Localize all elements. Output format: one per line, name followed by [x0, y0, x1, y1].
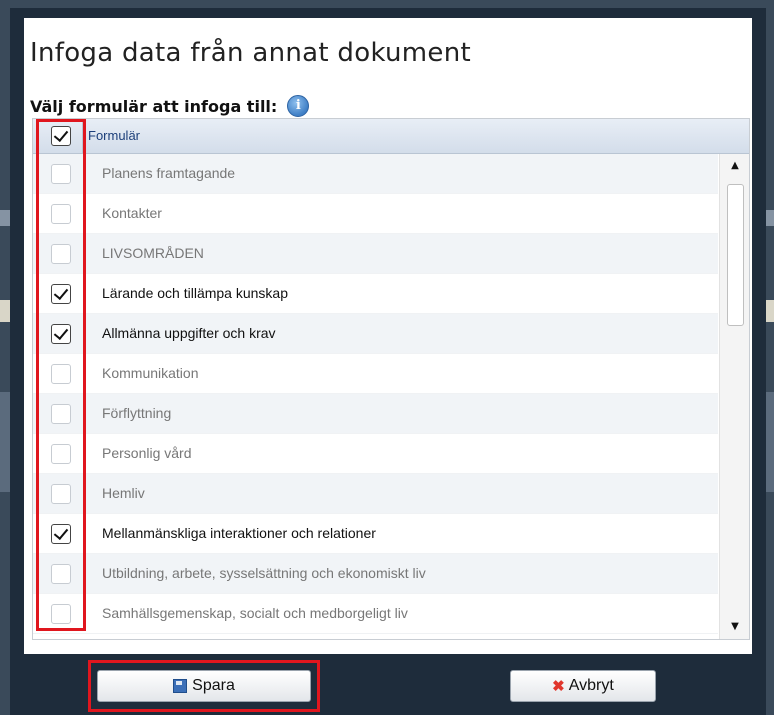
list-item-label: Hemliv: [102, 485, 145, 501]
list-item-label: Personlig vård: [102, 445, 192, 461]
dialog-title: Infoga data från annat dokument: [30, 38, 471, 68]
form-list-header: Formulär: [33, 119, 749, 154]
list-item[interactable]: Allmänna uppgifter och krav: [33, 314, 718, 354]
save-button-label: Spara: [192, 677, 235, 694]
cancel-button-label: Avbryt: [568, 677, 614, 694]
scrollbar-thumb[interactable]: [727, 184, 744, 326]
item-checkbox[interactable]: [51, 524, 71, 544]
list-item-label: Lärande och tillämpa kunskap: [102, 285, 289, 301]
list-item[interactable]: Lärande och tillämpa kunskap: [33, 274, 718, 314]
form-list-rows: Planens framtagande Kontakter LIVSOMRÅDEN L…: [33, 154, 718, 634]
list-item[interactable]: Mellanmänskliga interaktioner och relati…: [33, 514, 718, 554]
list-item-label: Kommunikation: [102, 365, 199, 381]
list-item[interactable]: Samhällsgemenskap, socialt och medborgel…: [33, 594, 718, 634]
item-checkbox[interactable]: [51, 604, 71, 624]
list-item-label: Kontakter: [102, 205, 162, 221]
list-item-label: Samhällsgemenskap, socialt och medborgel…: [102, 605, 408, 621]
item-checkbox[interactable]: [51, 164, 71, 184]
item-checkbox[interactable]: [51, 444, 71, 464]
list-scrollbar[interactable]: ▲ ▼: [719, 154, 749, 639]
list-item[interactable]: Personlig vård: [33, 434, 718, 474]
list-item[interactable]: Kontakter: [33, 194, 718, 234]
list-item-label: Allmänna uppgifter och krav: [102, 325, 276, 341]
form-select-heading: Välj formulär att infoga till: i: [30, 95, 310, 117]
item-checkbox[interactable]: [51, 564, 71, 584]
form-list: Formulär Planens framtagande Kontakter LIV…: [32, 118, 750, 640]
list-item[interactable]: Hemliv: [33, 474, 718, 514]
list-item-label: Utbildning, arbete, sysselsättning och e…: [102, 565, 426, 581]
item-checkbox[interactable]: [51, 364, 71, 384]
floppy-disk-icon: [173, 679, 188, 693]
list-item-label: Planens framtagande: [102, 165, 236, 181]
item-checkbox[interactable]: [51, 244, 71, 264]
list-item[interactable]: LIVSOMRÅDEN: [33, 234, 718, 274]
item-checkbox[interactable]: [51, 204, 71, 224]
list-item[interactable]: Planens framtagande: [33, 154, 718, 194]
item-checkbox[interactable]: [51, 284, 71, 304]
list-item-label: Mellanmänskliga interaktioner och relati…: [102, 525, 376, 541]
item-checkbox[interactable]: [51, 484, 71, 504]
header-divider: [82, 119, 83, 153]
red-x-icon: ✖: [552, 678, 565, 695]
triangle-down-icon[interactable]: ▼: [720, 615, 749, 639]
list-item[interactable]: Förflyttning: [33, 394, 718, 434]
triangle-up-icon[interactable]: ▲: [720, 154, 749, 178]
select-all-checkbox[interactable]: [51, 126, 71, 146]
cancel-button[interactable]: ✖ Avbryt: [510, 670, 656, 702]
list-item[interactable]: Kommunikation: [33, 354, 718, 394]
item-checkbox[interactable]: [51, 324, 71, 344]
column-header-formular: Formulär: [88, 128, 141, 143]
item-checkbox[interactable]: [51, 404, 71, 424]
info-circle-icon[interactable]: i: [287, 95, 310, 117]
list-item-label: Förflyttning: [102, 405, 172, 421]
list-item[interactable]: Utbildning, arbete, sysselsättning och e…: [33, 554, 718, 594]
form-select-label: Välj formulär att infoga till:: [30, 96, 278, 116]
save-button[interactable]: Spara: [97, 670, 311, 702]
list-item-label: LIVSOMRÅDEN: [102, 245, 204, 261]
